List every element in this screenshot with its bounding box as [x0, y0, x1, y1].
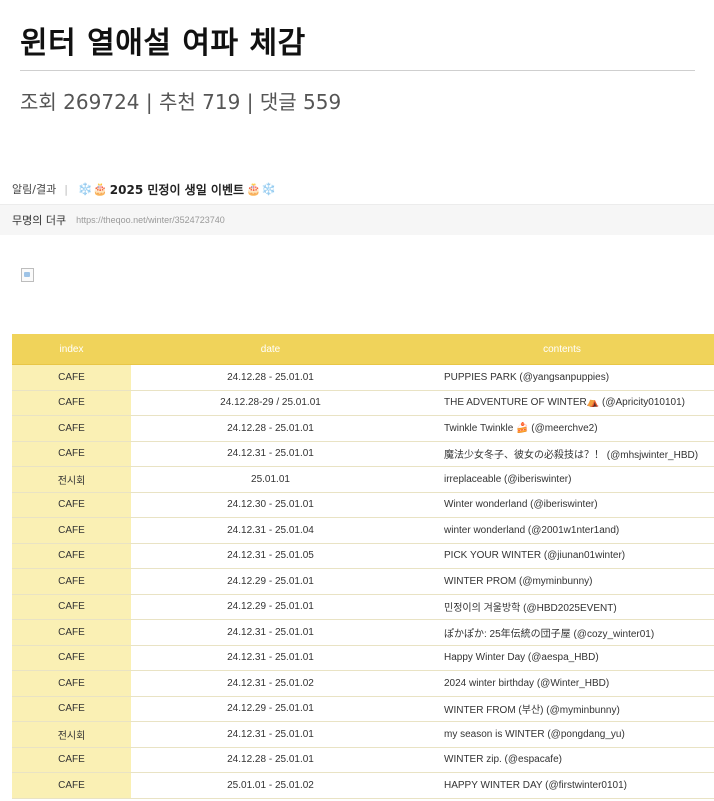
table-row: CAFE 24.12.31 - 25.01.01 ぽかぽか: 25年伝統の団子屋 (… — [12, 619, 714, 646]
recommend-label: 추천 — [159, 90, 196, 114]
row-contents-cell: THE ADVENTURE OF WINTER⛺ (@Apricity01010… — [410, 390, 714, 416]
row-date-cell: 24.12.31 - 25.01.05 — [131, 543, 410, 569]
table-row: CAFE 24.12.31 - 25.01.01 魔法少女冬子、彼女の必殺技は？！ … — [12, 441, 714, 467]
row-date-cell: 24.12.29 - 25.01.01 — [131, 594, 410, 620]
embedded-post-author-bar: 무명의 더쿠 https://theqoo.net/winter/3524723… — [0, 204, 714, 235]
header-date: date — [131, 334, 410, 365]
row-date-cell: 24.12.31 - 25.01.02 — [131, 670, 410, 697]
row-date-cell: 24.12.28 - 25.01.01 — [131, 415, 410, 442]
row-index-cell: CAFE — [12, 390, 131, 416]
event-table: index date contents CAFE 24.12.28 - 25.01… — [12, 334, 714, 799]
author-name: 무명의 더쿠 — [12, 214, 67, 227]
row-index-cell: CAFE — [12, 645, 131, 671]
post-stats: 조회 269724 | 추천 719 | 댓글 559 — [20, 86, 341, 115]
stats-divider: | — [145, 90, 153, 114]
row-date-cell: 25.01.01 — [131, 466, 410, 493]
views-count: 269724 — [63, 90, 140, 114]
row-index-cell: CAFE — [12, 441, 131, 467]
row-index-cell: CAFE — [12, 543, 131, 569]
recommend-count: 719 — [202, 90, 241, 114]
row-contents-cell: 2024 winter birthday (@Winter_HBD) — [410, 670, 714, 697]
table-row: CAFE 24.12.31 - 25.01.01 Happy Winter Day … — [12, 645, 714, 671]
comments-label: 댓글 — [259, 90, 297, 114]
embedded-post-title[interactable]: 2025 민정이 생일 이벤트 — [110, 181, 244, 198]
row-index-cell: CAFE — [12, 670, 131, 697]
row-contents-cell: HAPPY WINTER DAY (@firstwinter0101) — [410, 772, 714, 799]
row-date-cell: 24.12.28 - 25.01.01 — [131, 364, 410, 391]
table-row: CAFE 24.12.28 - 25.01.01 WINTER zip. (@esp… — [12, 747, 714, 773]
row-date-cell: 24.12.31 - 25.01.01 — [131, 441, 410, 467]
row-index-cell: CAFE — [12, 747, 131, 773]
views-label: 조회 — [20, 90, 57, 114]
category-link[interactable]: 알림/결과 — [12, 181, 56, 197]
row-index-cell: CAFE — [12, 517, 131, 544]
post-title: 윈터 열애설 여파 체감 — [20, 26, 306, 61]
row-date-cell: 24.12.29 - 25.01.01 — [131, 568, 410, 595]
title-divider — [20, 70, 695, 71]
row-index-cell: CAFE — [12, 568, 131, 595]
table-row: CAFE 24.12.29 - 25.01.01 WINTER PROM (@mym… — [12, 568, 714, 595]
table-row: CAFE 24.12.28-29 / 25.01.01 THE ADVENTURE … — [12, 390, 714, 416]
table-row: CAFE 24.12.31 - 25.01.02 2024 winter birth… — [12, 670, 714, 697]
row-index-cell: 전시회 — [12, 466, 131, 493]
row-contents-cell: 魔法少女冬子、彼女の必殺技は？！ (@mhsjwinter_HBD) — [410, 441, 714, 467]
table-row: 전시회 25.01.01 irreplaceable (@iberiswinter) — [12, 466, 714, 493]
row-date-cell: 24.12.31 - 25.01.04 — [131, 517, 410, 544]
table-header-row: index date contents — [12, 334, 714, 365]
row-index-cell: CAFE — [12, 619, 131, 646]
row-date-cell: 24.12.31 - 25.01.01 — [131, 645, 410, 671]
table-row: CAFE 24.12.28 - 25.01.01 Twinkle Twinkle 🍰… — [12, 415, 714, 442]
table-row: CAFE 24.12.29 - 25.01.01 WINTER FROM (부산) … — [12, 696, 714, 722]
post-url-link[interactable]: https://theqoo.net/winter/3524723740 — [76, 215, 225, 225]
row-date-cell: 24.12.28-29 / 25.01.01 — [131, 390, 410, 416]
table-row: CAFE 24.12.28 - 25.01.01 PUPPIES PARK (@ya… — [12, 364, 714, 391]
broken-image-icon — [21, 268, 34, 282]
header-index: index — [12, 334, 131, 365]
table-row: CAFE 24.12.30 - 25.01.01 Winter wonderland… — [12, 492, 714, 518]
row-index-cell: CAFE — [12, 492, 131, 518]
row-contents-cell: 민정이의 겨울방학 (@HBD2025EVENT) — [410, 594, 714, 620]
table-row: CAFE 24.12.29 - 25.01.01 민정이의 겨울방학 (@HBD20… — [12, 594, 714, 620]
table-row: CAFE 24.12.31 - 25.01.05 PICK YOUR WINTER … — [12, 543, 714, 569]
snowflake-cake-icon: ❄️🎂 — [77, 182, 108, 196]
row-contents-cell: WINTER FROM (부산) (@myminbunny) — [410, 696, 714, 722]
row-index-cell: CAFE — [12, 364, 131, 391]
row-contents-cell: Happy Winter Day (@aespa_HBD) — [410, 645, 714, 671]
row-date-cell: 24.12.31 - 25.01.01 — [131, 619, 410, 646]
row-date-cell: 24.12.28 - 25.01.01 — [131, 747, 410, 773]
row-contents-cell: PUPPIES PARK (@yangsanpuppies) — [410, 364, 714, 391]
row-contents-cell: WINTER PROM (@myminbunny) — [410, 568, 714, 595]
row-contents-cell: Twinkle Twinkle 🍰 (@meerchve2) — [410, 415, 714, 442]
row-index-cell: 전시회 — [12, 721, 131, 748]
row-contents-cell: my season is WINTER (@pongdang_yu) — [410, 721, 714, 748]
row-contents-cell: Winter wonderland (@iberiswinter) — [410, 492, 714, 518]
row-contents-cell: WINTER zip. (@espacafe) — [410, 747, 714, 773]
table-row: 전시회 24.12.31 - 25.01.01 my season is WINTE… — [12, 721, 714, 748]
embedded-post-header: 알림/결과 | ❄️🎂 2025 민정이 생일 이벤트 🎂❄️ — [0, 174, 714, 204]
row-index-cell: CAFE — [12, 696, 131, 722]
row-date-cell: 24.12.31 - 25.01.01 — [131, 721, 410, 748]
table-row: CAFE 24.12.31 - 25.01.04 winter wonderland… — [12, 517, 714, 544]
table-row: CAFE 25.01.01 - 25.01.02 HAPPY WINTER DAY … — [12, 772, 714, 799]
row-contents-cell: winter wonderland (@2001w1nter1and) — [410, 517, 714, 544]
row-index-cell: CAFE — [12, 772, 131, 799]
row-contents-cell: PICK YOUR WINTER (@jiunan01winter) — [410, 543, 714, 569]
row-date-cell: 24.12.30 - 25.01.01 — [131, 492, 410, 518]
row-date-cell: 25.01.01 - 25.01.02 — [131, 772, 410, 799]
row-date-cell: 24.12.29 - 25.01.01 — [131, 696, 410, 722]
header-contents: contents — [410, 334, 714, 365]
cake-snowflake-icon: 🎂❄️ — [246, 182, 276, 196]
row-contents-cell: ぽかぽか: 25年伝統の団子屋 (@cozy_winter01) — [410, 619, 714, 646]
comments-count: 559 — [303, 90, 342, 114]
row-contents-cell: irreplaceable (@iberiswinter) — [410, 466, 714, 493]
row-index-cell: CAFE — [12, 594, 131, 620]
category-separator: | — [64, 182, 68, 196]
row-index-cell: CAFE — [12, 415, 131, 442]
